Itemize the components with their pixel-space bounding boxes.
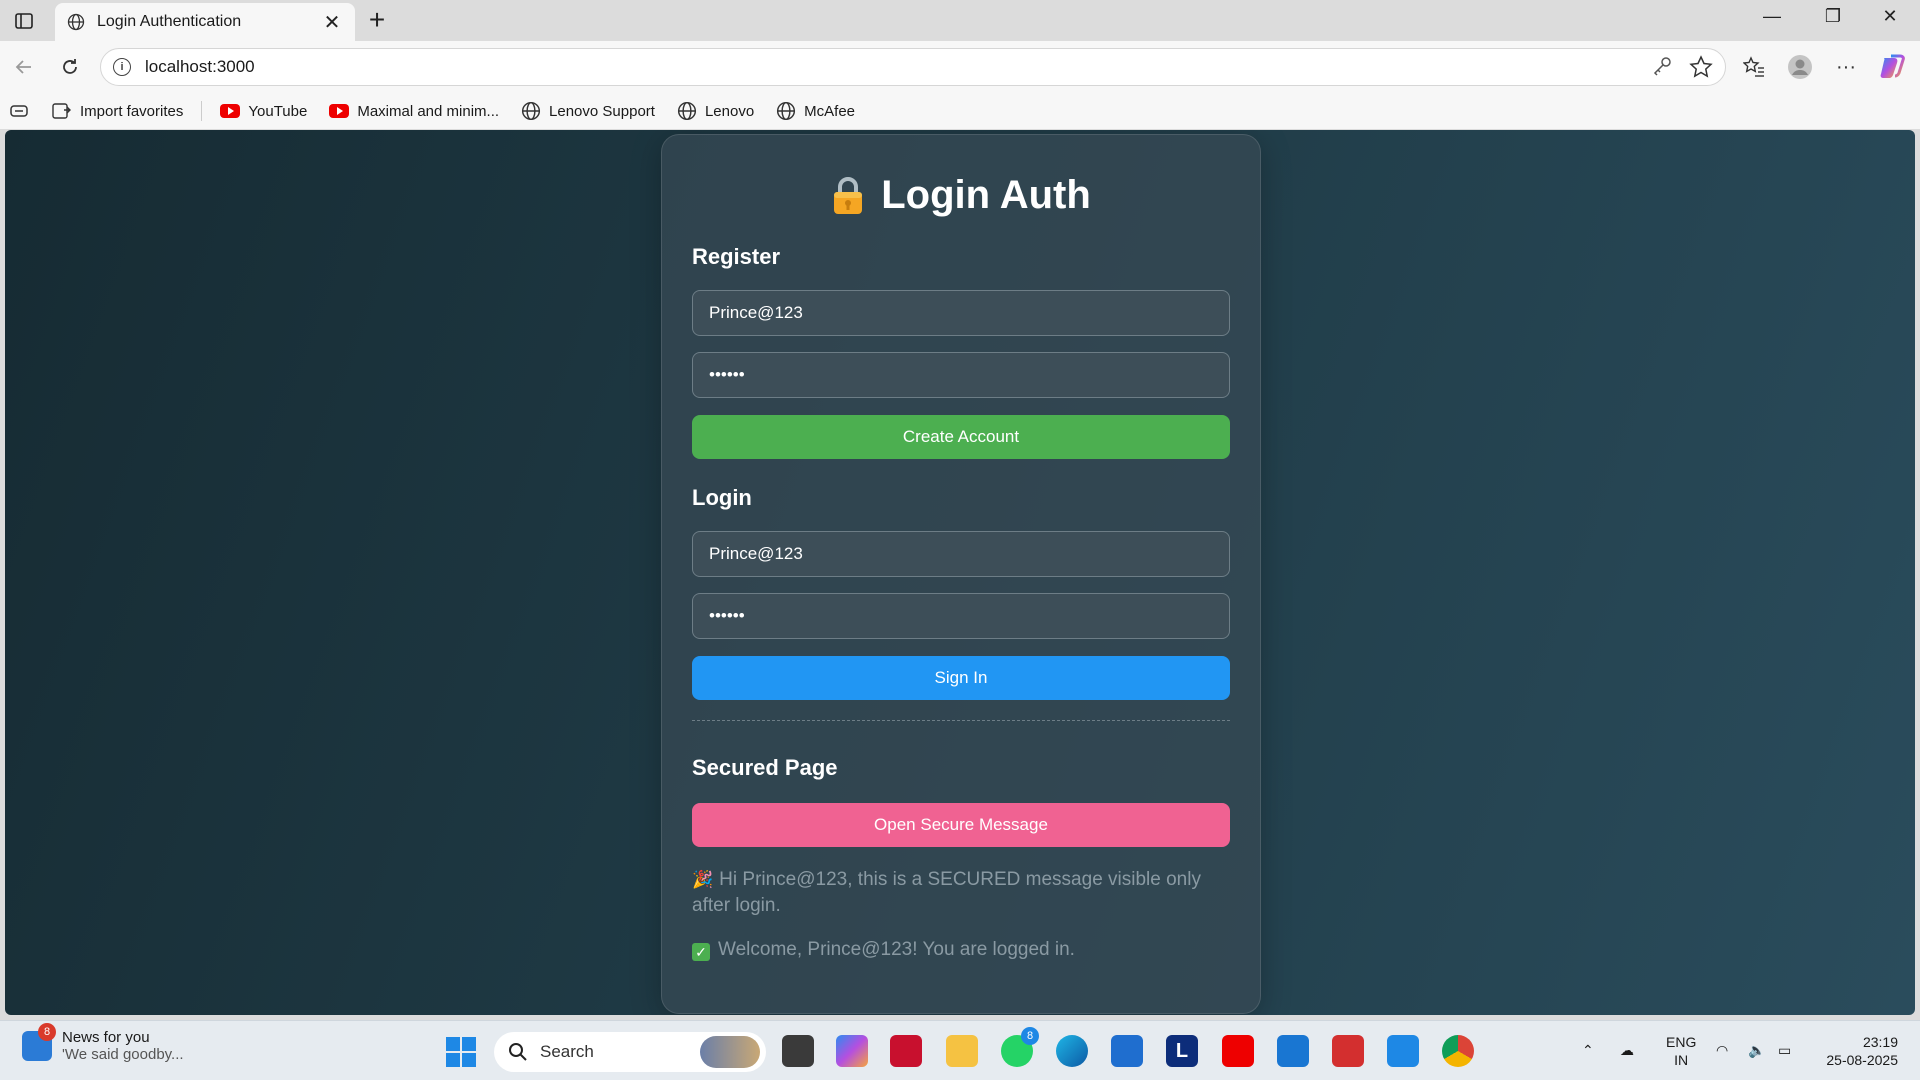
language-indicator[interactable]: ENG IN: [1666, 1033, 1696, 1069]
tab-title: Login Authentication: [97, 13, 242, 30]
globe-icon: [777, 101, 796, 121]
create-account-button[interactable]: Create Account: [692, 415, 1230, 459]
minimize-icon[interactable]: —: [1752, 6, 1792, 27]
copilot-icon[interactable]: [1878, 53, 1906, 81]
taskbar-search[interactable]: Search: [494, 1032, 766, 1072]
wps-office-icon[interactable]: [1332, 1035, 1364, 1067]
youtube-icon: [329, 104, 350, 118]
favorites-divider: [201, 101, 203, 121]
register-password-input[interactable]: ••••••: [692, 352, 1230, 398]
section-divider: [692, 720, 1230, 721]
news-subtitle: 'We said goodby...: [62, 1046, 184, 1063]
lenovo-app-icon[interactable]: L: [1166, 1035, 1198, 1067]
login-status: ✓ Welcome, Prince@123! You are logged in.: [692, 937, 1230, 963]
refresh-icon[interactable]: [56, 53, 84, 81]
mcafee-app-icon[interactable]: [890, 1035, 922, 1067]
favorite-lenovo-support[interactable]: Lenovo Support: [521, 101, 655, 121]
auth-card: Login Auth Register Prince@123 •••••• Cr…: [661, 134, 1261, 1014]
task-view-icon[interactable]: [782, 1035, 814, 1067]
register-username-input[interactable]: Prince@123: [692, 290, 1230, 336]
login-password-input[interactable]: ••••••: [692, 593, 1230, 639]
restore-icon[interactable]: ❐: [1813, 6, 1853, 27]
youtube-icon: [220, 104, 241, 118]
start-icon[interactable]: [446, 1037, 476, 1067]
news-badge: 8: [38, 1023, 56, 1041]
open-secure-message-button[interactable]: Open Secure Message: [692, 803, 1230, 847]
login-heading: Login: [692, 485, 752, 510]
battery-icon[interactable]: ▭: [1778, 1041, 1791, 1059]
favorite-youtube[interactable]: YouTube: [220, 103, 307, 120]
secured-page-heading: Secured Page: [692, 755, 838, 780]
edge-icon[interactable]: [1056, 1035, 1088, 1067]
active-tab[interactable]: Login Authentication ✕: [55, 3, 355, 41]
login-username-input[interactable]: Prince@123: [692, 531, 1230, 577]
key-icon[interactable]: [1651, 55, 1673, 84]
check-icon: ✓: [692, 943, 710, 961]
news-title: News for you: [62, 1029, 150, 1046]
login-status-text: Welcome, Prince@123! You are logged in.: [718, 939, 1075, 960]
copilot-app-icon[interactable]: [836, 1035, 868, 1067]
whatsapp-icon[interactable]: 8: [1001, 1027, 1039, 1067]
favorite-mcafee[interactable]: McAfee: [776, 101, 855, 121]
search-highlight-image: [700, 1036, 760, 1068]
favorite-lenovo[interactable]: Lenovo: [677, 101, 754, 121]
address-bar[interactable]: i localhost:3000: [100, 48, 1726, 86]
taskbar: 8 News for you 'We said goodby... Search…: [0, 1020, 1920, 1080]
lock-icon: [834, 176, 863, 214]
clock-time: 23:19: [1862, 1034, 1898, 1050]
volume-icon[interactable]: 🔈: [1748, 1041, 1765, 1059]
onedrive-icon[interactable]: ☁: [1620, 1041, 1634, 1059]
sign-in-button[interactable]: Sign In: [692, 656, 1230, 700]
back-icon[interactable]: [10, 53, 38, 81]
alexa-app-icon[interactable]: [1277, 1035, 1309, 1067]
browser-toolbar: i localhost:3000 ···: [0, 41, 1920, 93]
profile-avatar-icon[interactable]: [1786, 53, 1814, 81]
clock-date: 25-08-2025: [1826, 1052, 1898, 1068]
youtube-app-icon[interactable]: [1222, 1035, 1254, 1067]
site-info-icon[interactable]: i: [113, 58, 131, 76]
show-hidden-icons-icon[interactable]: ⌃: [1582, 1041, 1594, 1059]
close-window-icon[interactable]: ✕: [1870, 6, 1910, 27]
register-heading: Register: [692, 244, 781, 269]
import-icon: [52, 103, 71, 119]
favorites-icon[interactable]: [1740, 53, 1768, 81]
tab-actions-icon[interactable]: [10, 8, 38, 34]
secure-message: 🎉 Hi Prince@123, this is a SECURED messag…: [692, 867, 1230, 919]
more-options-icon[interactable]: ···: [1832, 53, 1860, 81]
store-icon[interactable]: [1111, 1035, 1143, 1067]
vscode-icon[interactable]: [1387, 1035, 1419, 1067]
favorites-bar: Import favorites YouTube Maximal and min…: [0, 93, 1920, 129]
globe-icon: [677, 101, 697, 121]
favorite-maximal[interactable]: Maximal and minim...: [329, 103, 499, 120]
globe-icon: [67, 13, 85, 31]
close-tab-icon[interactable]: ✕: [321, 10, 343, 35]
page-title: Login Auth: [692, 173, 1230, 218]
secure-message-text: Hi Prince@123, this is a SECURED message…: [692, 869, 1201, 916]
page-title-text: Login Auth: [881, 173, 1091, 217]
search-placeholder: Search: [540, 1042, 594, 1061]
globe-icon: [521, 101, 541, 121]
star-icon[interactable]: [1689, 55, 1713, 84]
search-icon: [509, 1043, 527, 1061]
chrome-icon[interactable]: [1442, 1035, 1474, 1067]
new-tab-icon[interactable]: +: [362, 4, 392, 36]
clock[interactable]: 23:19 25-08-2025: [1826, 1033, 1898, 1069]
collections-icon[interactable]: [10, 104, 30, 118]
page-viewport: Login Auth Register Prince@123 •••••• Cr…: [5, 130, 1915, 1015]
file-explorer-icon[interactable]: [946, 1035, 978, 1067]
news-widget[interactable]: 8 News for you 'We said goodby...: [22, 1023, 184, 1063]
news-icon: 8: [22, 1023, 56, 1061]
tab-strip: Login Authentication ✕ + — ❐ ✕: [0, 0, 1920, 41]
url-text[interactable]: localhost:3000: [145, 57, 255, 77]
whatsapp-badge: 8: [1021, 1027, 1039, 1045]
wifi-icon[interactable]: ◠: [1716, 1041, 1728, 1059]
favorite-import[interactable]: Import favorites: [52, 102, 183, 120]
party-popper-icon: 🎉: [692, 870, 714, 889]
